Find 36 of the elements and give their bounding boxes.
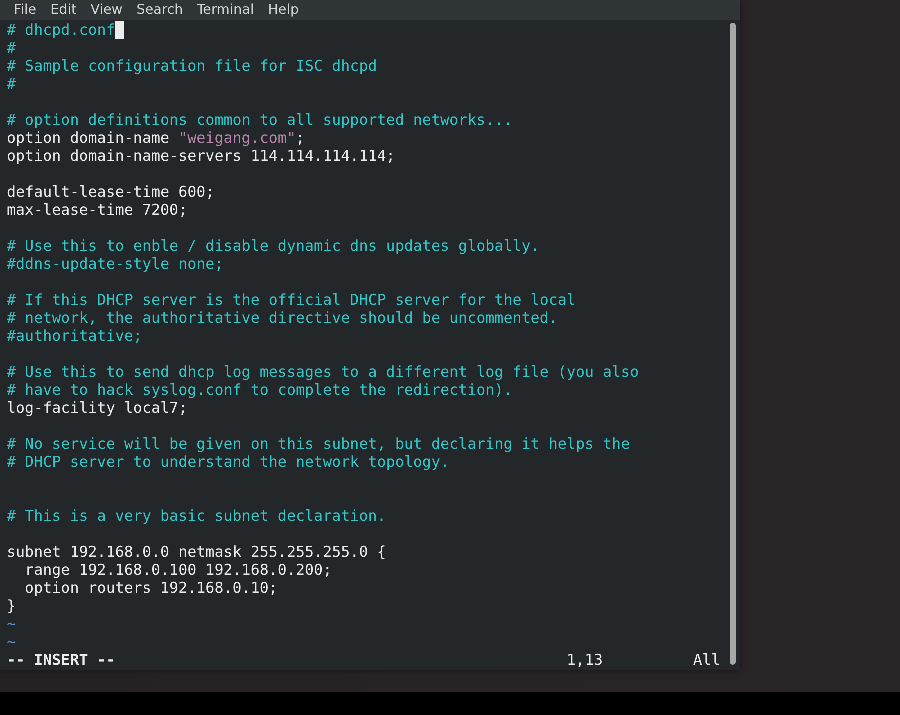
code-line: # If this DHCP server is the official DHCP server for the local — [7, 291, 577, 309]
code-line: range 192.168.0.100 192.168.0.200; — [24, 561, 334, 579]
code-line: # Use this to send dhcp log messages to a different log file (you also — [7, 363, 640, 381]
scroll-position: All — [693, 651, 720, 669]
menu-item[interactable]: View — [90, 1, 123, 19]
code-line: # Sample configuration file for ISC dhcpd — [7, 57, 378, 75]
code-line: # DHCP server to understand the network topology. — [7, 453, 451, 471]
menu-item[interactable]: Help — [268, 1, 300, 19]
code-line: option domain-name "weigang.com"; — [7, 129, 306, 147]
code-line: # — [7, 75, 18, 93]
code-line: option domain-name-servers 114.114.114.114; — [7, 147, 396, 165]
menu-item[interactable]: File — [14, 1, 37, 19]
code-line: } — [7, 597, 18, 615]
code-line: # option definitions common to all supported networks... — [7, 111, 514, 129]
menu-item[interactable]: Search — [136, 1, 184, 19]
empty-line-marker: ~ — [7, 633, 16, 651]
code-line: # This is a very basic subnet declaration. — [7, 507, 388, 525]
menu-item[interactable]: Edit — [50, 1, 77, 19]
code-line: log-facility local7; — [7, 399, 189, 417]
code-line: # network, the authoritative directive should be uncommented. — [7, 309, 559, 327]
empty-line-marker: ~ — [7, 615, 16, 633]
scrollbar[interactable] — [730, 23, 736, 665]
code-line: # Use this to enble / disable dynamic dns updates globally. — [7, 237, 541, 255]
code-line: max-lease-time 7200; — [7, 201, 189, 219]
code-line: default-lease-time 600; — [7, 183, 216, 201]
code-line: #ddns-update-style none; — [7, 255, 225, 273]
mode-indicator: -- INSERT -- — [7, 651, 116, 669]
code-line: option routers 192.168.0.10; — [24, 579, 279, 597]
code-line: # have to hack syslog.conf to complete the redirection). — [7, 381, 514, 399]
code-line: # dhcpd.conf — [7, 21, 730, 39]
code-line: # — [7, 39, 18, 57]
cursor-position: 1,13 — [566, 651, 604, 669]
code-line: subnet 192.168.0.0 netmask 255.255.255.0 { — [7, 543, 388, 561]
code-line: #authoritative; — [7, 327, 144, 345]
code-line: # No service will be given on this subnet, but declaring it helps the — [7, 435, 632, 453]
menu-item[interactable]: Terminal — [197, 1, 254, 19]
